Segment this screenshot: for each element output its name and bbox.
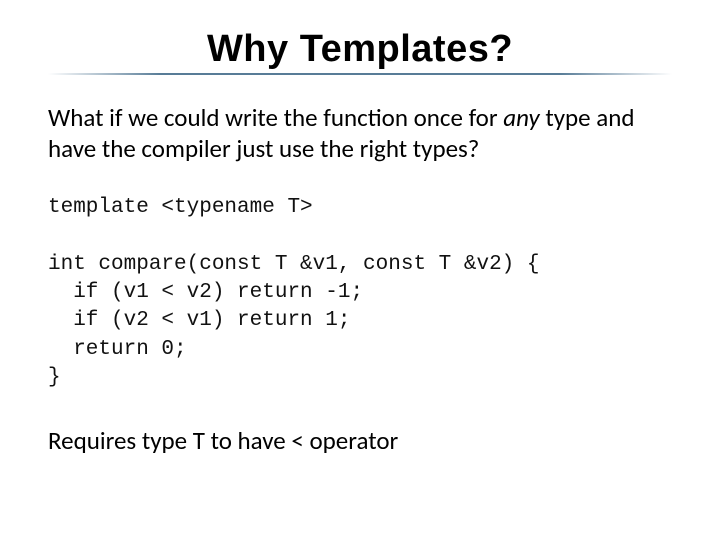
footer-note: Requires type T to have < operator (48, 426, 672, 456)
intro-pre: What if we could write the function once… (48, 102, 503, 133)
title-underline (48, 73, 672, 75)
intro-paragraph: What if we could write the function once… (48, 103, 672, 164)
intro-emphasis: any (503, 102, 539, 133)
slide-title: Why Templates? (48, 28, 672, 71)
code-block: template <typename T> int compare(const … (48, 194, 672, 392)
slide: Why Templates? What if we could write th… (0, 0, 720, 540)
